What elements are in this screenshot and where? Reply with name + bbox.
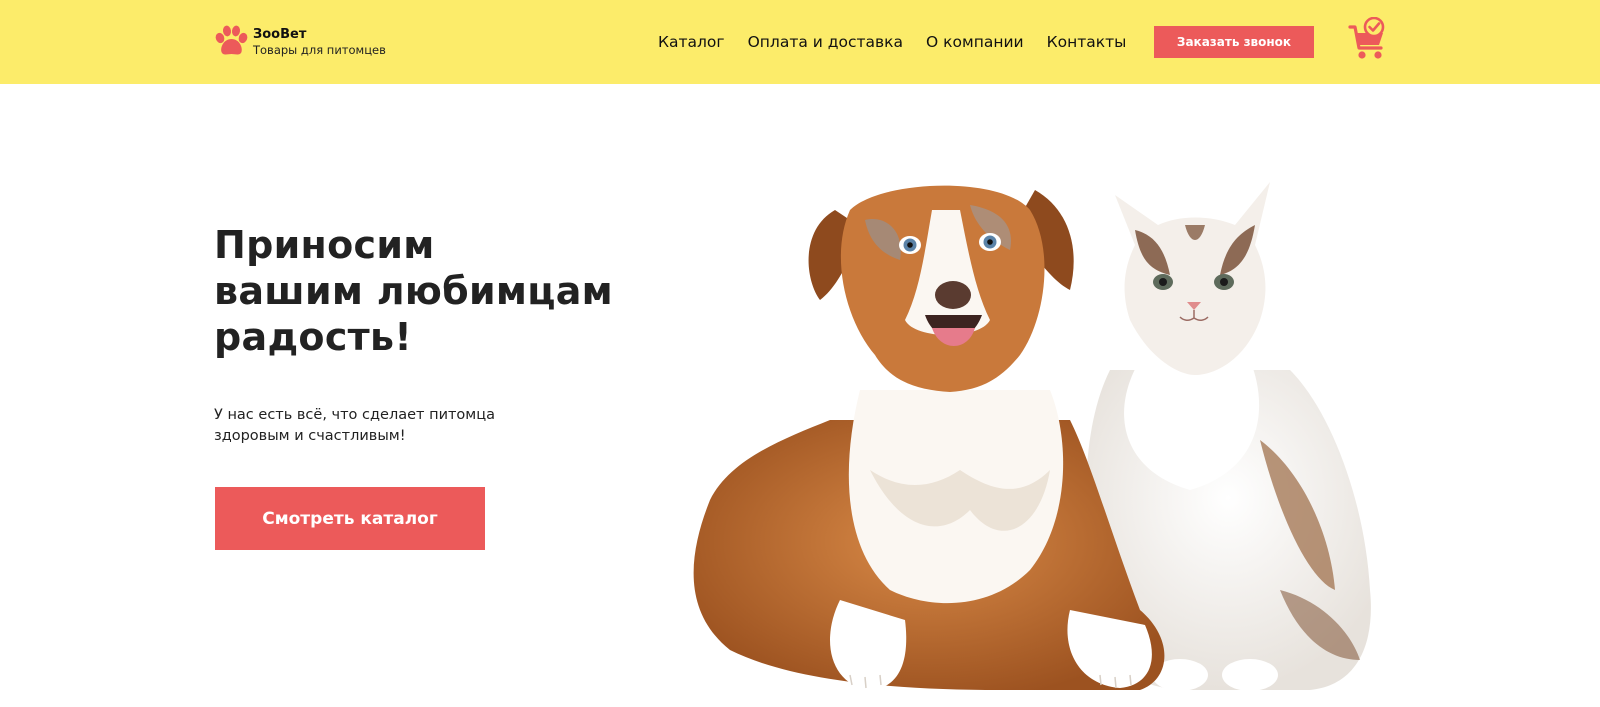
logo-tagline: Товары для питомцев <box>253 42 386 57</box>
dog-and-cat-photo <box>693 182 1371 691</box>
logo[interactable]: ЗооВет Товары для питомцев <box>213 24 413 60</box>
main-nav: Каталог Оплата и доставка О компании Кон… <box>658 32 1126 52</box>
logo-name: ЗооВет <box>253 26 307 42</box>
nav-item-catalog[interactable]: Каталог <box>658 32 725 52</box>
hero-title: Приносим вашим любимцам радость! <box>214 222 654 360</box>
shopping-cart-check-icon[interactable] <box>1348 17 1388 61</box>
nav-item-contacts[interactable]: Контакты <box>1047 32 1127 52</box>
nav-item-about[interactable]: О компании <box>926 32 1024 52</box>
order-call-button[interactable]: Заказать звонок <box>1154 26 1314 58</box>
hero-subtitle-line: здоровым и счастливым! <box>214 428 406 444</box>
site-header: ЗооВет Товары для питомцев Каталог Оплат… <box>0 0 1600 84</box>
paw-icon <box>215 25 248 55</box>
nav-item-payment-delivery[interactable]: Оплата и доставка <box>748 32 903 52</box>
hero-title-line: Приносим <box>214 223 435 267</box>
hero-subtitle: У нас есть всё, что сделает питомца здор… <box>214 405 554 447</box>
hero-title-line: радость! <box>214 315 412 359</box>
hero-subtitle-line: У нас есть всё, что сделает питомца <box>214 407 496 423</box>
hero-title-line: вашим любимцам <box>214 269 614 313</box>
view-catalog-button[interactable]: Смотреть каталог <box>215 487 485 550</box>
